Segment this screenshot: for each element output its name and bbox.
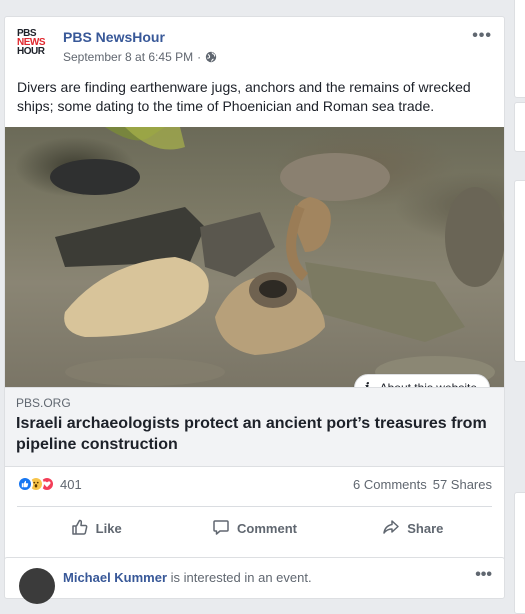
feed-post: PBS NEWS HOUR PBS NewsHour September 8 a… <box>4 16 505 570</box>
next-post-activity: is interested in an event. <box>170 570 312 585</box>
like-button[interactable]: Like <box>17 512 175 544</box>
post-meta: September 8 at 6:45 PM · <box>63 50 217 64</box>
meta-separator: · <box>197 50 202 64</box>
page-avatar-logo[interactable]: PBS NEWS HOUR <box>17 29 57 69</box>
comment-bubble-icon <box>212 518 230 539</box>
reactions-summary[interactable]: 401 <box>17 476 82 492</box>
link-preview[interactable]: PBS.ORG Israeli archaeologists protect a… <box>5 387 504 467</box>
next-post-options-menu-icon[interactable]: ••• <box>475 566 492 584</box>
actions-divider <box>17 506 492 507</box>
link-domain: PBS.ORG <box>16 396 71 410</box>
shares-count-link[interactable]: 57 Shares <box>433 477 492 492</box>
next-feed-post: Michael Kummer is interested in an event… <box>4 557 505 604</box>
post-stats: 401 6 Comments 57 Shares <box>17 475 492 495</box>
post-link-image[interactable] <box>5 127 504 387</box>
reaction-count: 401 <box>60 476 82 492</box>
underwater-artifacts-image <box>50 127 504 387</box>
post-options-menu-icon[interactable]: ••• <box>472 27 492 45</box>
post-timestamp[interactable]: September 8 at 6:45 PM <box>63 50 193 64</box>
comments-count-link[interactable]: 6 Comments <box>353 477 427 492</box>
post-message: Divers are finding earthenware jugs, anc… <box>17 79 471 114</box>
post-header: PBS NEWS HOUR PBS NewsHour September 8 a… <box>17 27 492 73</box>
globe-icon <box>205 51 217 63</box>
right-column-card-3 <box>514 180 525 362</box>
thumbs-up-icon <box>71 518 89 539</box>
next-post-author-link[interactable]: Michael Kummer <box>63 570 167 585</box>
engagement-counts: 6 Comments 57 Shares <box>353 477 492 492</box>
share-label: Share <box>407 520 444 536</box>
page-name-link[interactable]: PBS NewsHour <box>63 29 165 45</box>
right-column-card-2 <box>514 102 525 152</box>
comment-button[interactable]: Comment <box>175 512 333 544</box>
share-button[interactable]: Share <box>334 512 492 544</box>
post-actions: Like Comment Share <box>17 512 492 544</box>
like-label: Like <box>95 520 122 536</box>
right-column-card-4 <box>514 492 525 614</box>
like-reaction-icon <box>17 476 33 492</box>
share-arrow-icon <box>382 518 400 539</box>
right-column-card-1 <box>514 0 525 98</box>
link-headline[interactable]: Israeli archaeologists protect an ancien… <box>16 413 491 455</box>
comment-label: Comment <box>237 520 297 536</box>
logo-line-3: HOUR <box>17 46 45 57</box>
avatar[interactable] <box>19 568 55 604</box>
next-post-header-text: Michael Kummer is interested in an event… <box>63 570 312 585</box>
